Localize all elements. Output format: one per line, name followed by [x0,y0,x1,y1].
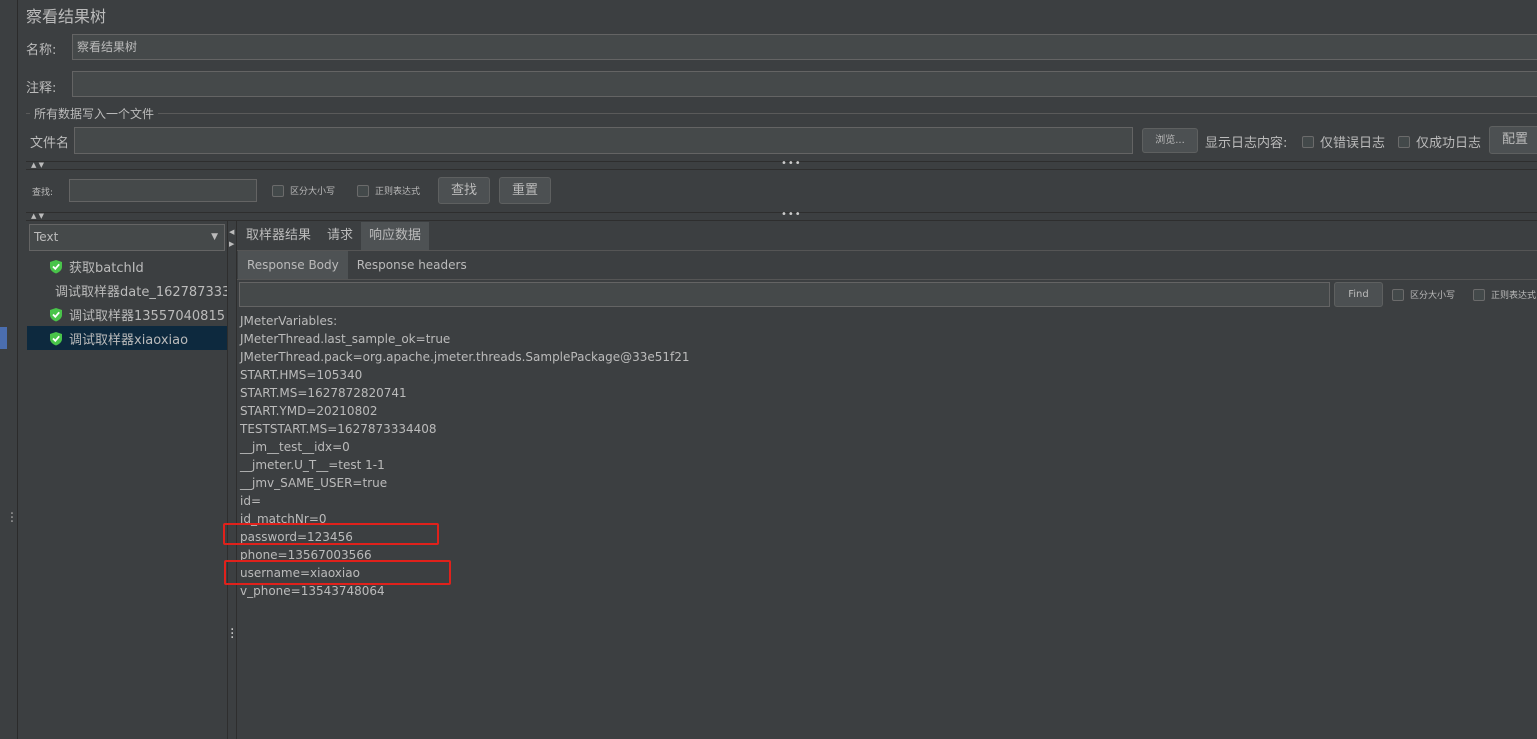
response-tabs: Response Body Response headers [238,251,476,279]
response-line: __jm__test__idx=0 [240,440,350,454]
response-tab[interactable]: Response headers [348,251,476,279]
tree-item[interactable]: 调试取样器13557040815 [27,302,227,326]
drag-handle-icon[interactable]: ••• [781,210,802,220]
regex-checkbox[interactable] [357,184,369,197]
response-body: JMeterVariables: JMeterThread.last_sample… [240,312,690,600]
log-display-label: 显示日志内容: [1205,136,1288,151]
response-tabs-border [237,279,1537,280]
tree-item[interactable]: 调试取样器date_1627873334 [27,278,227,302]
config-button[interactable]: 配置 [1489,126,1537,154]
success-shield-icon [50,307,62,321]
collapse-arrows-icon[interactable]: ▲ ▼ [31,162,44,169]
response-line: JMeterVariables: [240,314,338,328]
response-case-sensitive-checkbox[interactable] [1392,288,1404,301]
response-line: START.MS=1627872820741 [240,386,407,400]
response-find-button[interactable]: Find [1334,282,1383,307]
search-input[interactable] [69,179,257,202]
collapse-left-right-icon[interactable]: ◀ ▶ [229,226,234,250]
tree-item[interactable]: 调试取样器xiaoxiao [27,326,227,350]
panel-grip-icon[interactable]: · · · [230,623,234,645]
file-group-title: 所有数据写入一个文件 [30,105,159,122]
renderer-select[interactable]: Text ▼ [29,224,225,251]
success-only-checkbox[interactable] [1398,135,1410,148]
result-tab[interactable]: 取样器结果 [238,222,319,250]
annotation-box-password [223,523,439,545]
left-panel-selection-accent [0,327,7,349]
regex-label: 正则表达式 [375,187,421,197]
tree-item-label: 调试取样器date_1627873334 [55,284,227,300]
name-label: 名称: [26,43,57,58]
success-shield-icon [50,331,62,345]
response-line: TESTSTART.MS=1627873334408 [240,422,437,436]
left-panel-resize-handle[interactable]: · · · [9,507,15,529]
case-sensitive-checkbox[interactable] [272,184,284,197]
left-panel-strip [0,0,18,739]
browse-button[interactable]: 浏览... [1142,128,1198,153]
filename-input[interactable] [74,127,1133,154]
tree-item-label: 调试取样器13557040815 [69,308,225,324]
case-sensitive-option[interactable]: 区分大小写 [272,184,335,197]
collapse-arrows-icon[interactable]: ▲ ▼ [31,213,44,220]
tree-item[interactable]: 获取batchId [27,254,227,278]
filename-label: 文件名 [30,136,70,151]
success-shield-icon [50,259,62,273]
comment-input[interactable] [72,71,1537,97]
result-tree: 获取batchId 调试取样器date_1627873334 调试取样器135570… [27,254,227,350]
panel-split-divider[interactable] [227,221,237,739]
errors-only-option[interactable]: 仅错误日志 [1302,132,1385,151]
response-line: JMeterThread.last_sample_ok=true [240,332,451,346]
regex-option[interactable]: 正则表达式 [357,184,420,197]
response-tab[interactable]: Response Body [238,251,348,279]
response-line: id= [240,494,262,508]
response-regex-checkbox[interactable] [1473,288,1485,301]
tree-item-label: 获取batchId [69,260,144,276]
response-line: __jmv_SAME_USER=true [240,476,388,490]
annotation-box-username [224,560,451,585]
reset-button[interactable]: 重置 [499,177,551,204]
response-line: JMeterThread.pack=org.apache.jmeter.thre… [240,350,690,364]
response-regex-label: 正则表达式 [1491,291,1537,301]
response-line: __jmeter.U_T__=test 1-1 [240,458,385,472]
errors-only-label: 仅错误日志 [1320,136,1386,151]
name-input[interactable]: 察看结果树 [72,34,1537,60]
search-label: 查找: [32,188,54,198]
find-button[interactable]: 查找 [438,177,490,204]
tree-item-label: 调试取样器xiaoxiao [69,332,189,348]
result-tab[interactable]: 请求 [319,222,361,250]
response-line: START.YMD=20210802 [240,404,378,418]
success-only-option[interactable]: 仅成功日志 [1398,132,1481,151]
case-sensitive-label: 区分大小写 [290,187,336,197]
errors-only-checkbox[interactable] [1302,135,1314,148]
success-only-label: 仅成功日志 [1416,136,1482,151]
chevron-down-icon[interactable]: ▼ [211,225,218,250]
comment-label: 注释: [26,81,57,96]
response-search-input[interactable] [239,282,1330,307]
response-case-sensitive-option[interactable]: 区分大小写 [1392,288,1455,301]
renderer-select-value: Text [34,230,59,244]
page-title: 察看结果树 [26,7,107,26]
response-regex-option[interactable]: 正则表达式 [1473,288,1536,301]
result-tab[interactable]: 响应数据 [361,222,430,250]
response-line: START.HMS=105340 [240,368,363,382]
drag-handle-icon[interactable]: ••• [781,159,802,169]
result-tabs: 取样器结果 请求 响应数据 [238,222,430,250]
file-group-border [26,113,1537,114]
response-case-sensitive-label: 区分大小写 [1410,291,1456,301]
